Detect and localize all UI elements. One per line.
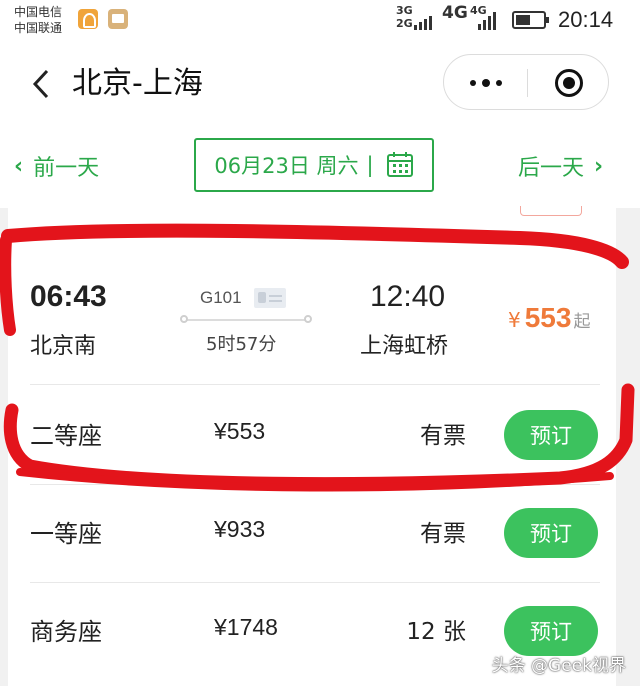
signal-bars-1-icon — [414, 12, 432, 30]
carrier-labels: 中国电信 中国联通 — [14, 4, 62, 36]
seat-availability: 有票 — [420, 423, 466, 449]
price-currency: ¥ — [508, 308, 521, 332]
signal-bars-2-icon — [478, 12, 496, 30]
chevron-left-icon: ‹ — [14, 153, 24, 179]
page-title: 北京-上海 — [72, 66, 203, 101]
train-card: 06:43 北京南 G101 5时57分 12:40 上海虹桥 ¥ 553 起 … — [8, 206, 616, 686]
close-miniapp-button[interactable] — [528, 55, 610, 111]
previous-item-tag — [520, 206, 582, 216]
network-type-2g: 2G — [396, 17, 413, 30]
chevron-right-icon: › — [594, 153, 604, 179]
price-suffix: 起 — [573, 312, 591, 332]
carrier-1: 中国电信 — [14, 5, 63, 19]
seat-price: ¥553 — [214, 418, 266, 444]
date-separator: | — [366, 153, 374, 177]
date-label: 06月23日 周六 — [214, 154, 359, 178]
book-button[interactable]: 预订 — [504, 606, 598, 656]
more-button[interactable] — [444, 55, 527, 111]
arrival-time: 12:40 — [370, 280, 446, 313]
id-card-icon — [254, 288, 286, 308]
next-day-label: 后一天 — [518, 156, 585, 181]
seat-price: ¥933 — [214, 516, 266, 542]
seat-class-name: 二等座 — [30, 422, 102, 450]
app-notification-icon — [78, 9, 98, 29]
train-number: G101 — [200, 288, 242, 307]
nav-bar: 北京-上海 — [0, 44, 640, 124]
departure-station: 北京南 — [30, 334, 97, 359]
next-day-button[interactable]: 后一天 › — [518, 150, 603, 182]
date-picker[interactable]: 06月23日 周六 | — [194, 138, 434, 192]
network-type-4g-1: 4G — [442, 3, 468, 23]
more-dot — [495, 80, 502, 86]
miniapp-capsule — [443, 54, 609, 110]
network-type-3g: 3G — [396, 4, 413, 17]
departure-time: 06:43 — [30, 280, 107, 313]
more-dots-icon — [469, 80, 476, 86]
prev-day-label: 前一天 — [33, 156, 100, 181]
back-button[interactable] — [26, 64, 56, 104]
seat-class-name: 商务座 — [30, 618, 102, 646]
carrier-2: 中国联通 — [14, 21, 63, 35]
watermark: 头条 @Geek视界 — [491, 656, 626, 676]
price-amount: 553 — [524, 302, 572, 333]
starting-price: ¥ 553 起 — [508, 302, 590, 334]
status-time: 20:14 — [558, 7, 614, 32]
gallery-notification-icon — [108, 9, 128, 29]
battery-icon — [512, 11, 549, 29]
seat-availability: 12 张 — [406, 619, 466, 645]
prev-day-button[interactable]: ‹ 前一天 — [14, 150, 99, 182]
status-bar: 中国电信 中国联通 3G 2G 4G 4G 20:14 — [0, 0, 640, 44]
seat-class-name: 一等座 — [30, 520, 102, 548]
target-close-icon — [555, 69, 583, 97]
route-line — [180, 315, 312, 323]
seat-row-second-class: 二等座 ¥553 有票 预订 — [8, 386, 616, 484]
book-button[interactable]: 预订 — [504, 508, 598, 558]
chevron-left-icon — [32, 69, 49, 99]
calendar-icon — [386, 152, 414, 178]
seat-row-first-class: 一等座 ¥933 有票 预订 — [8, 484, 616, 582]
seat-availability: 有票 — [420, 521, 466, 547]
trip-duration: 5时57分 — [206, 334, 277, 355]
divider — [30, 384, 600, 385]
arrival-station: 上海虹桥 — [360, 334, 449, 359]
more-dot — [481, 79, 490, 87]
seat-price: ¥1748 — [214, 614, 278, 640]
date-bar: ‹ 前一天 06月23日 周六 | 后一天 › — [0, 124, 640, 208]
book-button[interactable]: 预订 — [504, 410, 598, 460]
